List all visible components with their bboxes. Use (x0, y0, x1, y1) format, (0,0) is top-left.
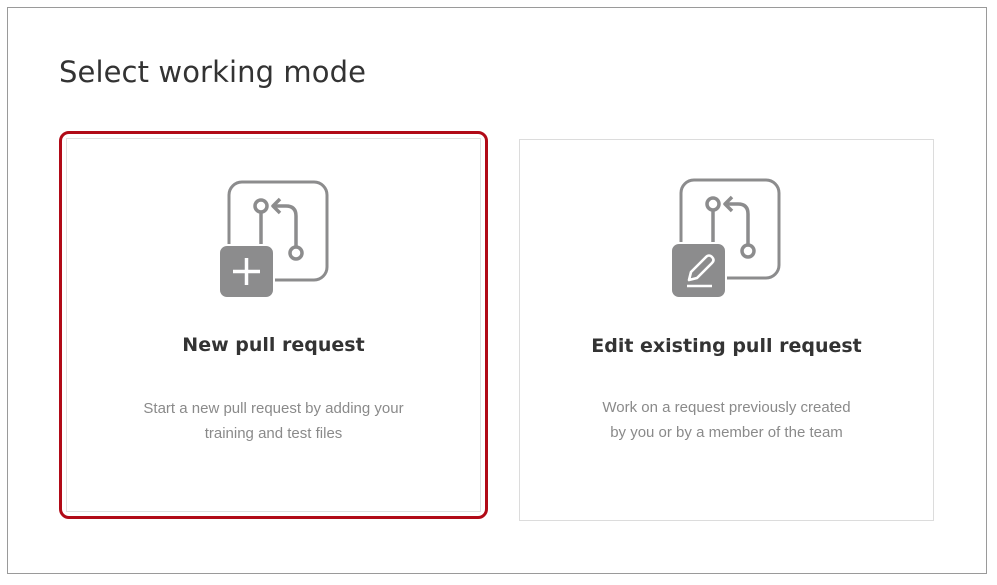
card-title: Edit existing pull request (591, 335, 862, 357)
new-pull-request-card[interactable]: New pull request Start a new pull reques… (59, 131, 488, 519)
card-description-line: training and test files (204, 425, 343, 442)
edit-pull-request-card[interactable]: Edit existing pull request Work on a req… (519, 139, 934, 521)
card-description: Work on a request previously created by … (520, 395, 933, 445)
card-description-line: Start a new pull request by adding your (143, 400, 404, 417)
card-description: Start a new pull request by adding your … (62, 396, 485, 446)
pull-request-plus-icon (218, 180, 329, 298)
card-description-line: Work on a request previously created (602, 399, 851, 416)
page-title: Select working mode (59, 55, 367, 89)
card-description-line: by you or by a member of the team (610, 424, 843, 441)
pull-request-edit-icon (670, 178, 781, 299)
card-title: New pull request (182, 334, 365, 356)
